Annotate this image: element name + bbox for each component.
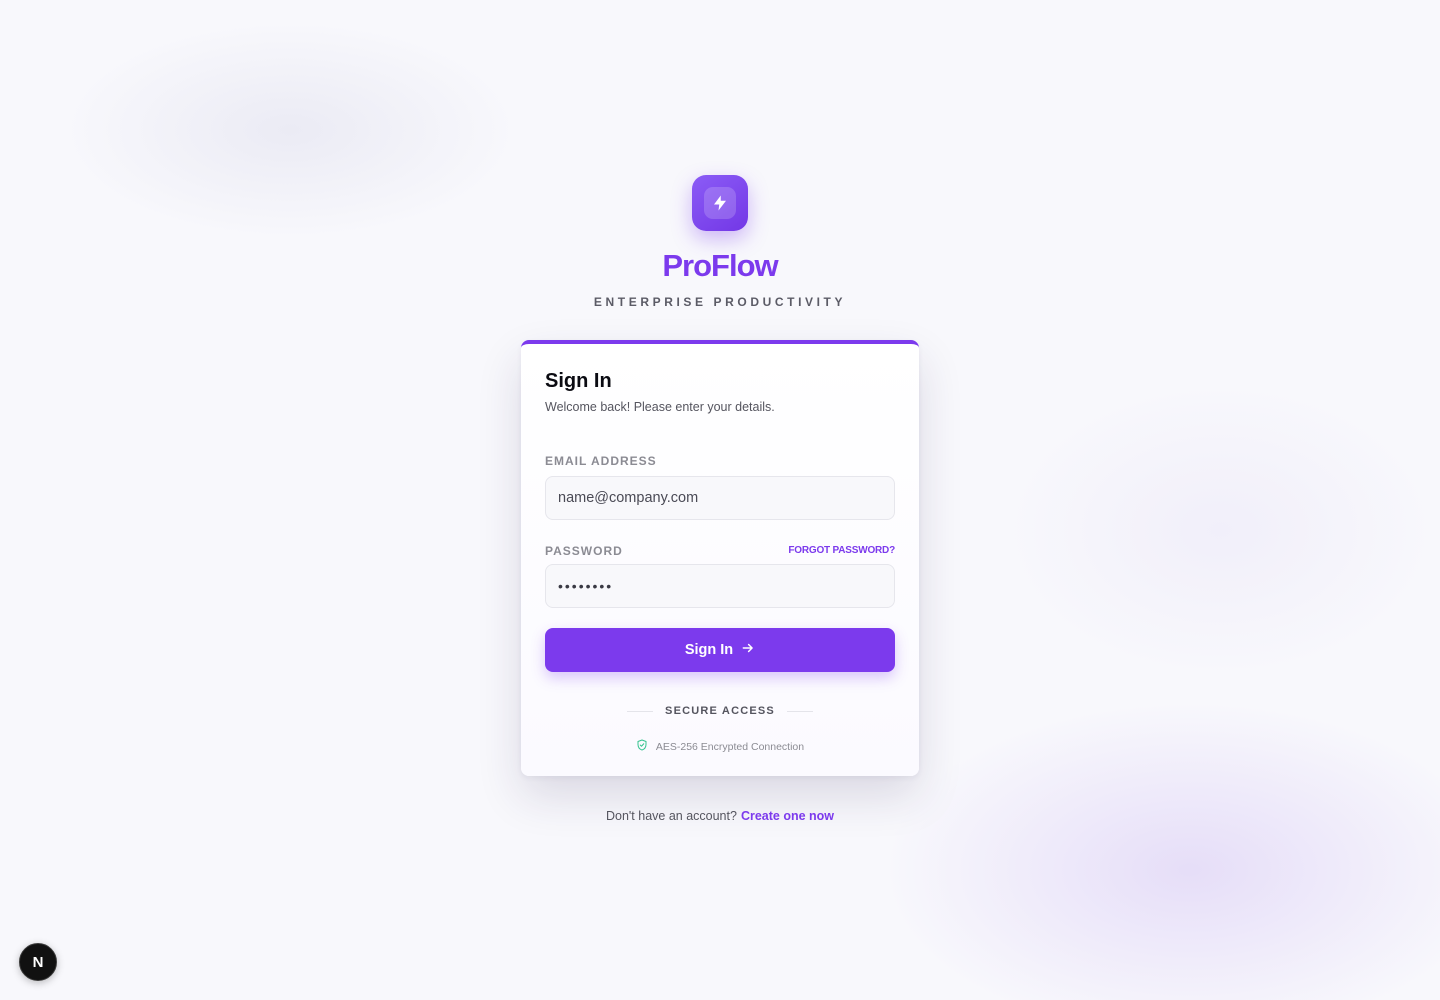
email-label: EMAIL ADDRESS: [545, 454, 657, 468]
background-glow: [880, 700, 1440, 1000]
arrow-right-icon: [741, 641, 755, 659]
next-dev-badge[interactable]: N: [19, 943, 57, 981]
card-subtitle: Welcome back! Please enter your details.: [545, 400, 775, 414]
password-input[interactable]: [545, 564, 895, 608]
brand-header: ProFlow ENTERPRISE PRODUCTIVITY: [0, 175, 1440, 310]
sign-in-button[interactable]: Sign In: [545, 628, 895, 672]
app-logo: [692, 175, 748, 231]
divider-line: [786, 710, 813, 712]
encryption-note-text: AES-256 Encrypted Connection: [655, 741, 805, 753]
forgot-password-link[interactable]: FORGOT PASSWORD?: [788, 544, 895, 558]
lightning-bolt-icon: [704, 187, 736, 219]
divider-line: [627, 710, 654, 712]
shield-check-icon: [636, 738, 648, 756]
card-title: Sign In: [545, 370, 612, 392]
password-label: PASSWORD: [545, 544, 623, 558]
email-input[interactable]: [545, 476, 895, 520]
background-glow: [1000, 380, 1440, 680]
sign-in-card: Sign In Welcome back! Please enter your …: [521, 340, 919, 776]
brand-tagline: ENTERPRISE PRODUCTIVITY: [593, 295, 847, 309]
secure-access-divider: SECURE ACCESS: [627, 704, 813, 718]
brand-name: ProFlow: [662, 248, 778, 283]
next-badge-letter: N: [32, 953, 44, 971]
divider-label: SECURE ACCESS: [665, 705, 775, 717]
encryption-note: AES-256 Encrypted Connection: [545, 738, 895, 756]
signup-prompt-text: Don't have an account?: [605, 809, 737, 823]
create-account-link[interactable]: Create one now: [741, 808, 834, 824]
sign-in-button-label: Sign In: [684, 642, 734, 658]
signup-prompt: Don't have an account? Create one now: [0, 808, 1440, 824]
